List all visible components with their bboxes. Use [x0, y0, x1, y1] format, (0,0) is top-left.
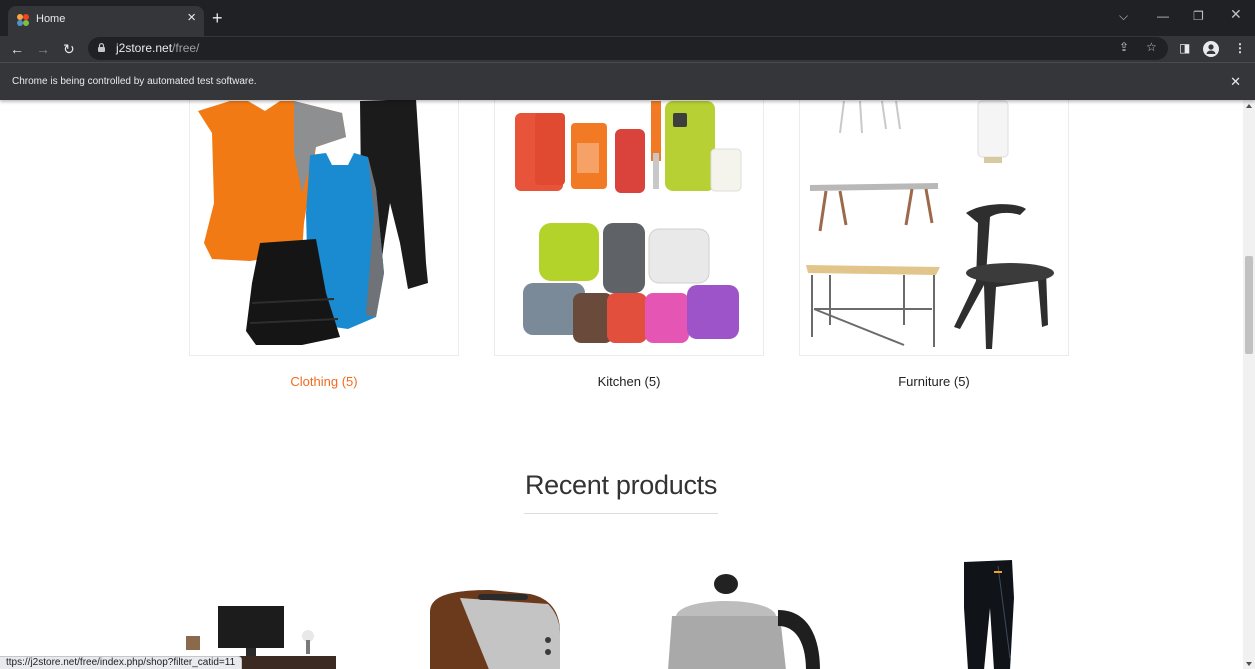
tab-strip: Home × + ⌵ — ❐ ✕	[0, 0, 1255, 36]
page-scrollbar[interactable]	[1243, 100, 1255, 669]
product-toaster-image[interactable]	[420, 582, 570, 669]
menu-kebab-icon[interactable]: ⋮	[1234, 41, 1246, 55]
browser-tab[interactable]: Home ×	[8, 6, 204, 36]
bookmark-star-icon[interactable]: ☆	[1146, 40, 1157, 54]
url-host: j2store.net	[116, 41, 173, 55]
share-icon[interactable]: ⇪	[1119, 40, 1129, 54]
profile-avatar-icon[interactable]	[1203, 41, 1219, 57]
product-kettle-image[interactable]	[660, 570, 830, 669]
back-icon[interactable]: ←	[10, 40, 24, 58]
category-label-clothing[interactable]: Clothing (5)	[189, 374, 459, 389]
infobar-text: Chrome is being controlled by automated …	[12, 76, 257, 87]
infobar-close-icon[interactable]: ✕	[1230, 74, 1241, 90]
category-label-kitchen[interactable]: Kitchen (5)	[494, 374, 764, 389]
category-card-kitchen[interactable]	[494, 100, 764, 356]
category-label-furniture[interactable]: Furniture (5)	[799, 374, 1069, 389]
page-viewport: Clothing (5) Kitchen (5) Furniture (5) R…	[0, 100, 1243, 669]
scrollbar-thumb[interactable]	[1245, 256, 1253, 354]
clothing-image	[198, 100, 428, 345]
scroll-up-arrow-icon[interactable]	[1246, 104, 1252, 108]
tab-title: Home	[36, 13, 66, 25]
side-panel-icon[interactable]: ◨	[1179, 41, 1190, 55]
restore-icon[interactable]: ❐	[1193, 9, 1204, 23]
url-path: /free/	[172, 41, 200, 55]
heading-divider	[524, 513, 718, 514]
close-window-icon[interactable]: ✕	[1230, 7, 1242, 21]
minimize-icon[interactable]: —	[1157, 9, 1169, 23]
furniture-image	[806, 100, 1054, 349]
joomla-favicon-icon	[17, 14, 29, 26]
reload-icon[interactable]: ↻	[63, 40, 75, 58]
kitchen-image	[515, 101, 742, 343]
recent-products-heading: Recent products	[524, 470, 718, 500]
category-card-clothing[interactable]	[189, 100, 459, 356]
automation-infobar: Chrome is being controlled by automated …	[0, 62, 1255, 100]
forward-icon[interactable]: →	[36, 40, 50, 58]
tab-close-icon[interactable]: ×	[187, 10, 196, 26]
scroll-down-arrow-icon[interactable]	[1246, 662, 1252, 666]
url-text: j2store.net/free/	[116, 41, 199, 55]
address-bar[interactable]: j2store.net/free/ ⇪ ☆	[88, 37, 1168, 60]
category-card-furniture[interactable]	[799, 100, 1069, 356]
lock-icon	[98, 43, 105, 52]
link-status-bubble: ttps://j2store.net/free/index.php/shop?f…	[0, 656, 243, 669]
toolbar: ← → ↻ j2store.net/free/ ⇪ ☆ ◨ ⋮	[0, 36, 1255, 62]
product-leggings-image[interactable]	[950, 558, 1030, 669]
new-tab-icon[interactable]: +	[212, 8, 223, 28]
tab-search-icon[interactable]: ⌵	[1119, 9, 1128, 23]
